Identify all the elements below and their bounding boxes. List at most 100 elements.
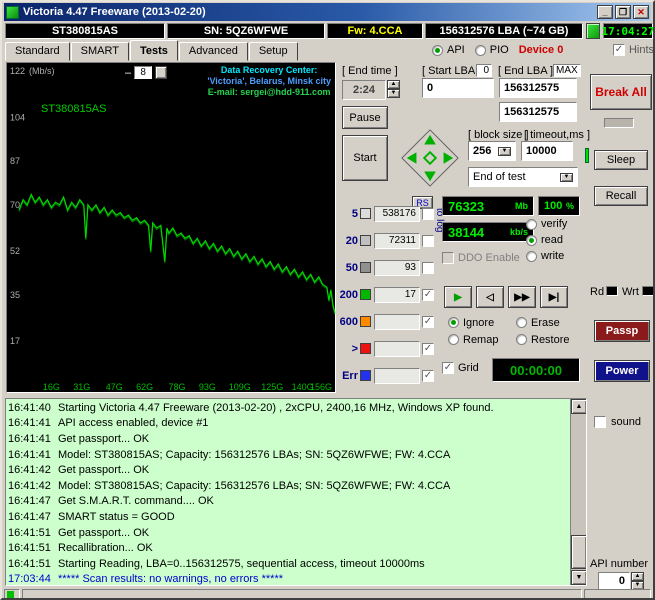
radio-icon[interactable] xyxy=(448,334,459,345)
api-label: API xyxy=(447,44,465,56)
grid-checkbox[interactable]: ✓ xyxy=(442,362,454,374)
drive-firmware-box: Fw: 4.CCA xyxy=(327,23,423,39)
defect-erase-option[interactable]: Erase xyxy=(516,314,584,331)
log-text: Get S.M.A.R.T. command.... OK xyxy=(58,495,214,508)
sleep-button[interactable]: Sleep xyxy=(594,150,648,170)
log-line: 16:41:47 SMART status = GOOD xyxy=(8,509,584,525)
status-green-icon xyxy=(7,590,14,598)
title-bar[interactable]: Victoria 4.47 Freeware (2013-02-20) _ ❐ … xyxy=(4,3,651,21)
stat-log-checkbox[interactable]: ✓ xyxy=(422,315,434,328)
scrollbar-thumb[interactable] xyxy=(571,535,586,569)
break-all-button[interactable]: Break All xyxy=(590,74,652,110)
start-button[interactable]: Start xyxy=(342,135,388,181)
stat-count: 93 xyxy=(374,259,420,276)
to-end-button[interactable]: ▶| xyxy=(540,286,568,308)
rw-read-option[interactable]: read xyxy=(526,232,567,248)
log-line: 17:03:44 ***** Scan results: no warnings,… xyxy=(8,572,584,585)
svg-text:47G: 47G xyxy=(106,382,123,392)
pio-radio[interactable] xyxy=(474,44,486,56)
radio-icon[interactable] xyxy=(448,317,459,328)
status-right-cell xyxy=(584,589,651,598)
hints-checkbox[interactable]: ✓ xyxy=(612,44,625,56)
end-of-test-combo[interactable]: End of test ▼ xyxy=(468,167,578,187)
activity-led xyxy=(585,148,589,163)
combo-arrow-icon[interactable]: ▼ xyxy=(498,146,511,156)
stat-log-checkbox[interactable] xyxy=(422,261,434,274)
api-radio[interactable] xyxy=(432,44,443,56)
radio-icon[interactable] xyxy=(526,250,537,262)
speed-value: 38144 xyxy=(448,224,485,240)
radio-icon[interactable] xyxy=(526,218,537,230)
end-lba-input-2[interactable]: 156312575 xyxy=(499,102,577,122)
tab-smart[interactable]: SMART xyxy=(70,42,129,61)
stat-log-checkbox[interactable]: ✓ xyxy=(422,369,434,382)
stat-log-checkbox[interactable] xyxy=(422,234,434,247)
minimize-button[interactable]: _ xyxy=(597,5,613,19)
pause-button[interactable]: Pause xyxy=(342,106,388,129)
scroll-up-icon[interactable]: ▲ xyxy=(571,399,586,414)
stat-log-checkbox[interactable]: ✓ xyxy=(422,342,434,355)
stat-log-checkbox[interactable]: ✓ xyxy=(422,288,434,301)
log-line: 16:41:51 Recallibration... OK xyxy=(8,540,584,556)
svg-text:93G: 93G xyxy=(199,382,216,392)
close-button[interactable]: ✕ xyxy=(633,5,649,19)
log-time: 16:41:47 xyxy=(8,495,51,508)
tab-setup[interactable]: Setup xyxy=(248,42,298,61)
svg-text:70: 70 xyxy=(10,200,20,210)
svg-text:(Mb/s): (Mb/s) xyxy=(29,66,55,76)
status-message-cell xyxy=(22,589,582,598)
defect-option-label: Restore xyxy=(531,333,570,346)
tab-advanced[interactable]: Advanced xyxy=(178,42,248,61)
maximize-button[interactable]: ❐ xyxy=(615,5,631,19)
end-lba-label: [ End LBA ]: xyxy=(498,65,557,77)
svg-text:104: 104 xyxy=(10,112,25,122)
defect-restore-option[interactable]: Restore xyxy=(516,331,584,348)
radio-icon[interactable] xyxy=(516,334,527,345)
log-panel[interactable]: 16:41:40 Starting Victoria 4.47 Freeware … xyxy=(5,398,587,586)
radio-icon[interactable] xyxy=(516,317,527,328)
power-button[interactable]: Power xyxy=(594,360,650,382)
end-time-label: [ End time ] xyxy=(342,65,398,77)
log-text: Get passport... OK xyxy=(58,526,150,539)
end-lba-input[interactable]: 156312575 xyxy=(499,78,577,98)
minus-icon[interactable]: – xyxy=(125,67,131,79)
radio-icon[interactable] xyxy=(526,234,537,246)
passport-button[interactable]: Passp xyxy=(594,320,650,342)
log-scrollbar[interactable]: ▲ ▼ xyxy=(570,399,586,585)
defect-option-label: Erase xyxy=(531,316,560,329)
stat-log-checkbox[interactable] xyxy=(422,207,434,220)
ddo-enable-checkbox[interactable] xyxy=(442,252,454,264)
scroll-down-icon[interactable]: ▼ xyxy=(571,570,586,585)
window-title: Victoria 4.47 Freeware (2013-02-20) xyxy=(23,6,206,18)
recall-button[interactable]: Recall xyxy=(594,186,648,206)
defect-remap-option[interactable]: Remap xyxy=(448,331,516,348)
status-bar xyxy=(2,588,653,598)
step-back-button[interactable]: ◁ xyxy=(476,286,504,308)
start-lba-input[interactable]: 0 xyxy=(422,78,494,98)
rd-label: Rd xyxy=(590,286,605,298)
end-time-spinner[interactable]: ▲ ▼ xyxy=(387,80,400,98)
sound-checkbox[interactable] xyxy=(594,416,606,428)
rw-write-option[interactable]: write xyxy=(526,248,567,264)
avg-spin-button[interactable] xyxy=(155,66,168,79)
stat-threshold-label: 50 xyxy=(345,261,358,274)
spin-up-icon[interactable]: ▲ xyxy=(631,572,644,581)
defect-ignore-option[interactable]: Ignore xyxy=(448,314,516,331)
play-button[interactable]: ▶ xyxy=(444,286,472,308)
timeout-input[interactable]: 10000 xyxy=(521,141,573,161)
spin-down-icon[interactable]: ▼ xyxy=(387,89,400,98)
avg-value-box[interactable]: 8 xyxy=(134,66,153,79)
combo-arrow-icon[interactable]: ▼ xyxy=(560,172,573,182)
grid-row: ✓ Grid xyxy=(442,362,479,374)
drive-status-led[interactable] xyxy=(586,23,600,39)
tab-tests[interactable]: Tests xyxy=(129,40,178,61)
seek-button[interactable]: ▶▶ xyxy=(508,286,536,308)
rw-verify-option[interactable]: verify xyxy=(526,216,567,232)
log-text: Get passport... OK xyxy=(58,432,150,445)
status-led-cell xyxy=(4,589,20,598)
seek-pad[interactable] xyxy=(400,128,460,191)
stat-color-icon xyxy=(360,343,371,354)
block-size-combo[interactable]: 256 ▼ xyxy=(468,141,516,161)
spin-up-icon[interactable]: ▲ xyxy=(387,80,400,89)
tab-standard[interactable]: Standard xyxy=(5,42,70,61)
